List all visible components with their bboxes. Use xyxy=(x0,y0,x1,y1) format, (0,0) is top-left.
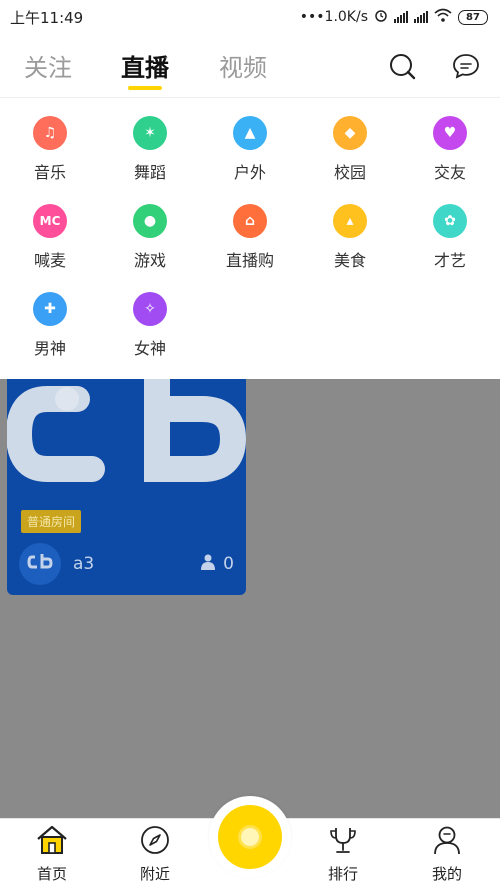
category-dance[interactable]: ✶ 舞蹈 xyxy=(110,116,190,183)
live-room-card[interactable]: 普通房间 a3 0 xyxy=(7,379,246,595)
category-label: 直播购 xyxy=(225,251,274,270)
nav-label: 排行 xyxy=(327,865,358,883)
nav-ranking[interactable]: 排行 xyxy=(308,825,378,884)
nav-label: 附近 xyxy=(139,865,170,883)
category-label: 游戏 xyxy=(133,251,166,270)
category-mc[interactable]: MC 喊麦 xyxy=(10,204,90,271)
top-tab-bar: 关注 直播 视频 xyxy=(0,34,500,98)
category-label: 喊麦 xyxy=(33,251,66,270)
friends-icon: ♥ xyxy=(433,116,467,150)
food-icon: ▴ xyxy=(333,204,367,238)
category-label: 女神 xyxy=(133,339,166,358)
tab-follow[interactable]: 关注 xyxy=(24,48,72,83)
nav-label: 首页 xyxy=(36,865,67,883)
category-outdoor[interactable]: ▲ 户外 xyxy=(210,116,290,183)
category-female[interactable]: ✧ 女神 xyxy=(110,292,190,359)
network-speed: •••1.0K/s xyxy=(299,9,368,25)
search-icon[interactable] xyxy=(388,52,416,80)
category-shopping[interactable]: ⌂ 直播购 xyxy=(210,204,290,271)
category-panel: ♫ 音乐 ✶ 舞蹈 ▲ 户外 ◆ 校园 ♥ 交友 MC 喊麦 ● 游戏 ⌂ 直播… xyxy=(0,98,500,379)
female-icon: ✧ xyxy=(133,292,167,326)
category-game[interactable]: ● 游戏 xyxy=(110,204,190,271)
home-icon xyxy=(35,825,69,859)
category-talent[interactable]: ✿ 才艺 xyxy=(410,204,490,271)
compass-icon xyxy=(140,825,170,859)
nav-nearby[interactable]: 附近 xyxy=(120,825,190,884)
signal-icon-2 xyxy=(414,11,428,23)
talent-icon: ✿ xyxy=(433,204,467,238)
room-type-badge: 普通房间 xyxy=(21,510,82,533)
battery-indicator: 87 xyxy=(458,9,488,25)
viewer-count: 0 xyxy=(223,554,234,574)
music-icon: ♫ xyxy=(33,116,67,150)
category-label: 男神 xyxy=(33,339,66,358)
room-host-name: a3 xyxy=(73,554,95,574)
status-bar: 上午11:49 •••1.0K/s 87 xyxy=(0,0,500,34)
category-male[interactable]: ✚ 男神 xyxy=(10,292,90,359)
live-camera-icon xyxy=(218,805,282,869)
avatar[interactable] xyxy=(19,543,61,585)
category-label: 美食 xyxy=(333,251,366,270)
category-label: 舞蹈 xyxy=(133,163,166,182)
active-tab-indicator xyxy=(128,86,162,90)
male-icon: ✚ xyxy=(33,292,67,326)
nav-home[interactable]: 首页 xyxy=(17,825,87,884)
alarm-icon xyxy=(374,8,388,26)
person-icon xyxy=(201,554,216,575)
wifi-icon xyxy=(434,8,452,26)
tab-video[interactable]: 视频 xyxy=(219,48,267,83)
category-label: 校园 xyxy=(333,163,366,182)
nav-label: 我的 xyxy=(431,865,462,883)
mc-icon: MC xyxy=(33,204,67,238)
status-indicators: •••1.0K/s 87 xyxy=(300,8,488,26)
outdoor-icon: ▲ xyxy=(233,116,267,150)
profile-icon xyxy=(432,825,462,859)
room-viewer-count: 0 xyxy=(201,554,234,575)
dance-icon: ✶ xyxy=(133,116,167,150)
trophy-icon xyxy=(328,825,358,859)
category-music[interactable]: ♫ 音乐 xyxy=(10,116,90,183)
tab-live[interactable]: 直播 xyxy=(121,48,169,83)
status-time: 上午11:49 xyxy=(10,8,84,27)
nav-profile[interactable]: 我的 xyxy=(412,825,482,884)
category-label: 音乐 xyxy=(33,163,66,182)
category-label: 户外 xyxy=(233,163,266,182)
campus-icon: ◆ xyxy=(333,116,367,150)
message-icon[interactable] xyxy=(452,52,480,80)
start-live-button[interactable] xyxy=(209,796,291,878)
category-label: 才艺 xyxy=(433,251,466,270)
room-cover-logo xyxy=(7,379,246,482)
signal-icon xyxy=(394,11,408,23)
room-footer: a3 0 xyxy=(7,533,246,595)
category-food[interactable]: ▴ 美食 xyxy=(310,204,390,271)
live-camera-dot xyxy=(241,828,259,846)
category-campus[interactable]: ◆ 校园 xyxy=(310,116,390,183)
category-friends[interactable]: ♥ 交友 xyxy=(410,116,490,183)
shopping-icon: ⌂ xyxy=(233,204,267,238)
category-label: 交友 xyxy=(433,163,466,182)
game-icon: ● xyxy=(133,204,167,238)
